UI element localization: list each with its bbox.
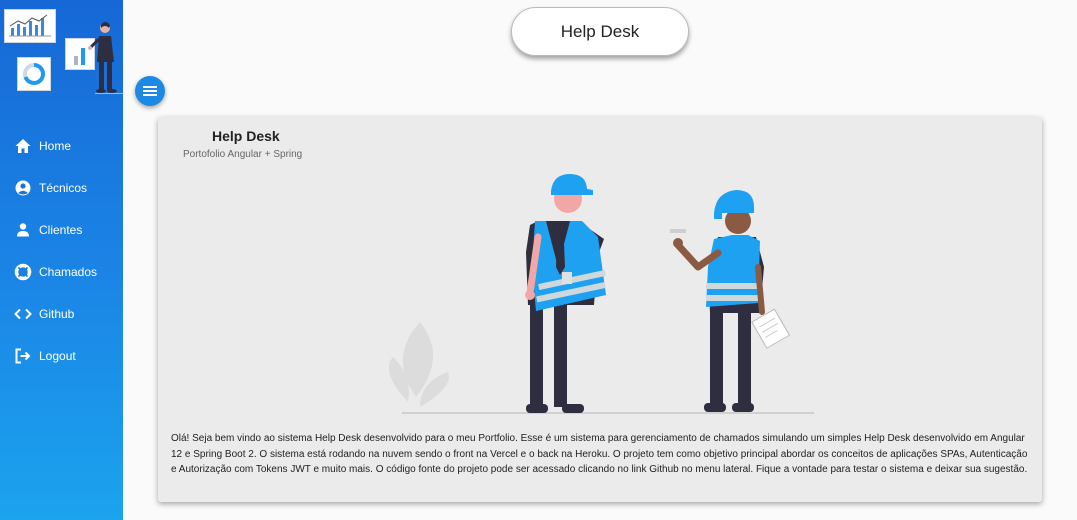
- sidebar-item-tecnicos[interactable]: Técnicos: [14, 167, 97, 209]
- sidebar-logo: [0, 0, 123, 100]
- user-icon: [14, 221, 32, 239]
- sidebar-nav: Home Técnicos Clientes Chamados Github L…: [14, 125, 97, 377]
- code-icon: [14, 305, 32, 323]
- bar-chart-illustration: [4, 9, 56, 43]
- construction-workers-illustration: [388, 174, 814, 414]
- plant-decoration: [388, 322, 449, 407]
- donut-chart-illustration: [17, 57, 51, 91]
- sidebar-item-clientes[interactable]: Clientes: [14, 209, 97, 251]
- sidebar-item-label: Técnicos: [39, 181, 88, 195]
- page-title: Help Desk: [511, 7, 689, 56]
- menu-toggle-button[interactable]: [135, 76, 165, 106]
- person-illustration: [88, 22, 117, 93]
- sidebar: Home Técnicos Clientes Chamados Github L…: [0, 0, 123, 520]
- logo-floor-line: [95, 93, 123, 94]
- worker-left: [525, 174, 606, 413]
- worker-right: [670, 190, 791, 412]
- sidebar-item-github[interactable]: Github: [14, 293, 97, 335]
- sidebar-item-logout[interactable]: Logout: [14, 335, 97, 377]
- life-ring-icon: [14, 263, 32, 281]
- welcome-paragraph: Olá! Seja bem vindo ao sistema Help Desk…: [171, 433, 1028, 475]
- user-circle-icon: [14, 179, 32, 197]
- sidebar-item-chamados[interactable]: Chamados: [14, 251, 97, 293]
- sidebar-item-label: Github: [39, 307, 75, 321]
- home-card: Help Desk Portofolio Angular + Spring Ol…: [158, 117, 1042, 502]
- sidebar-item-home[interactable]: Home: [14, 125, 97, 167]
- home-icon: [14, 137, 32, 155]
- sidebar-item-label: Clientes: [39, 223, 83, 237]
- sidebar-item-label: Chamados: [39, 265, 98, 279]
- sidebar-item-label: Home: [39, 139, 72, 153]
- sidebar-item-label: Logout: [39, 349, 76, 363]
- logout-icon: [14, 347, 32, 365]
- hamburger-icon: [143, 86, 157, 96]
